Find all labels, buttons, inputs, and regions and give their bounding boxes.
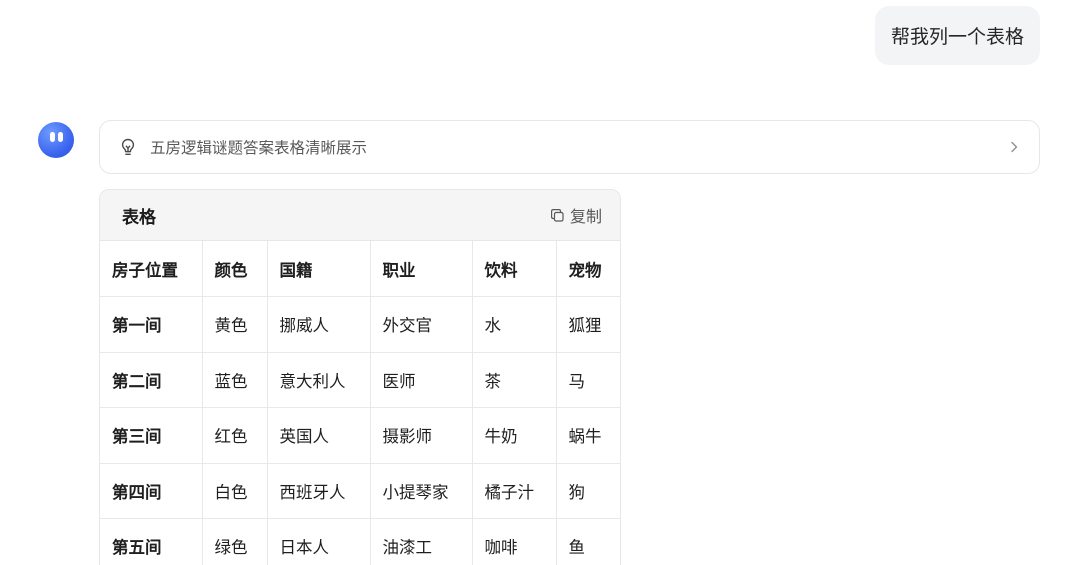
table-cell: 医师 <box>370 352 473 408</box>
copy-button-label: 复制 <box>569 207 602 226</box>
table-cell: 茶 <box>472 352 557 408</box>
table-cell: 蓝色 <box>202 352 268 408</box>
table-cell: 油漆工 <box>370 518 473 565</box>
table-cell: 第四间 <box>100 463 203 519</box>
table-cell: 英国人 <box>267 407 371 464</box>
table-header-row: 房子位置 颜色 国籍 职业 饮料 宠物 <box>100 241 620 297</box>
copy-icon <box>550 208 565 223</box>
table-cell: 牛奶 <box>472 407 557 464</box>
table-card-title: 表格 <box>122 207 156 228</box>
table-row: 第五间 绿色 日本人 油漆工 咖啡 鱼 <box>100 518 620 565</box>
copy-button[interactable]: 复制 <box>546 201 606 229</box>
table-row: 第二间 蓝色 意大利人 医师 茶 马 <box>100 352 620 408</box>
table-card: 表格 复制 房子位置 颜色 国籍 职业 饮料 宠物 第一间 黄色 挪威人 外交官… <box>99 189 621 565</box>
table-card-header: 表格 复制 <box>100 190 620 241</box>
data-table: 房子位置 颜色 国籍 职业 饮料 宠物 第一间 黄色 挪威人 外交官 水 狐狸 <box>100 241 620 565</box>
table-row: 第四间 白色 西班牙人 小提琴家 橘子汁 狗 <box>100 463 620 519</box>
table-cell: 摄影师 <box>370 407 473 464</box>
table-cell: 狗 <box>556 463 620 519</box>
table-row: 第三间 红色 英国人 摄影师 牛奶 蜗牛 <box>100 407 620 464</box>
chevron-right-icon <box>1007 140 1021 154</box>
table-cell: 第二间 <box>100 352 203 408</box>
column-header: 饮料 <box>472 241 557 297</box>
column-header: 国籍 <box>267 241 371 297</box>
table-cell: 意大利人 <box>267 352 371 408</box>
table-cell: 绿色 <box>202 518 268 565</box>
user-message-bubble: 帮我列一个表格 <box>874 6 1040 65</box>
column-header: 宠物 <box>556 241 620 297</box>
table-cell: 狐狸 <box>556 296 620 353</box>
table-cell: 日本人 <box>267 518 371 565</box>
table-cell: 橘子汁 <box>472 463 557 519</box>
column-header: 颜色 <box>202 241 268 297</box>
user-message-text: 帮我列一个表格 <box>890 26 1024 48</box>
lightbulb-icon <box>118 137 138 157</box>
column-header: 房子位置 <box>100 241 203 297</box>
table-cell: 外交官 <box>370 296 473 353</box>
table-cell: 第一间 <box>100 296 203 353</box>
table-cell: 鱼 <box>556 518 620 565</box>
avatar-eye-right <box>58 132 63 142</box>
table-cell: 第五间 <box>100 518 203 565</box>
table-cell: 咖啡 <box>472 518 557 565</box>
table-cell: 白色 <box>202 463 268 519</box>
table-row: 第一间 黄色 挪威人 外交官 水 狐狸 <box>100 296 620 353</box>
assistant-avatar <box>38 122 74 158</box>
table-cell: 水 <box>472 296 557 353</box>
table-cell: 马 <box>556 352 620 408</box>
table-cell: 蜗牛 <box>556 407 620 464</box>
table-cell: 第三间 <box>100 407 203 464</box>
thinking-summary-toggle[interactable]: 五房逻辑谜题答案表格清晰展示 <box>99 120 1040 174</box>
table-cell: 小提琴家 <box>370 463 473 519</box>
table-cell: 黄色 <box>202 296 268 353</box>
table-cell: 红色 <box>202 407 268 464</box>
table-cell: 挪威人 <box>267 296 371 353</box>
table-cell: 西班牙人 <box>267 463 371 519</box>
avatar-eye-left <box>50 132 55 142</box>
column-header: 职业 <box>370 241 473 297</box>
chat-page: 帮我列一个表格 五房逻辑谜题答案表格清晰展示 表格 复制 房子位置 颜色 国籍 … <box>0 0 1080 565</box>
thinking-summary-label: 五房逻辑谜题答案表格清晰展示 <box>150 139 368 157</box>
